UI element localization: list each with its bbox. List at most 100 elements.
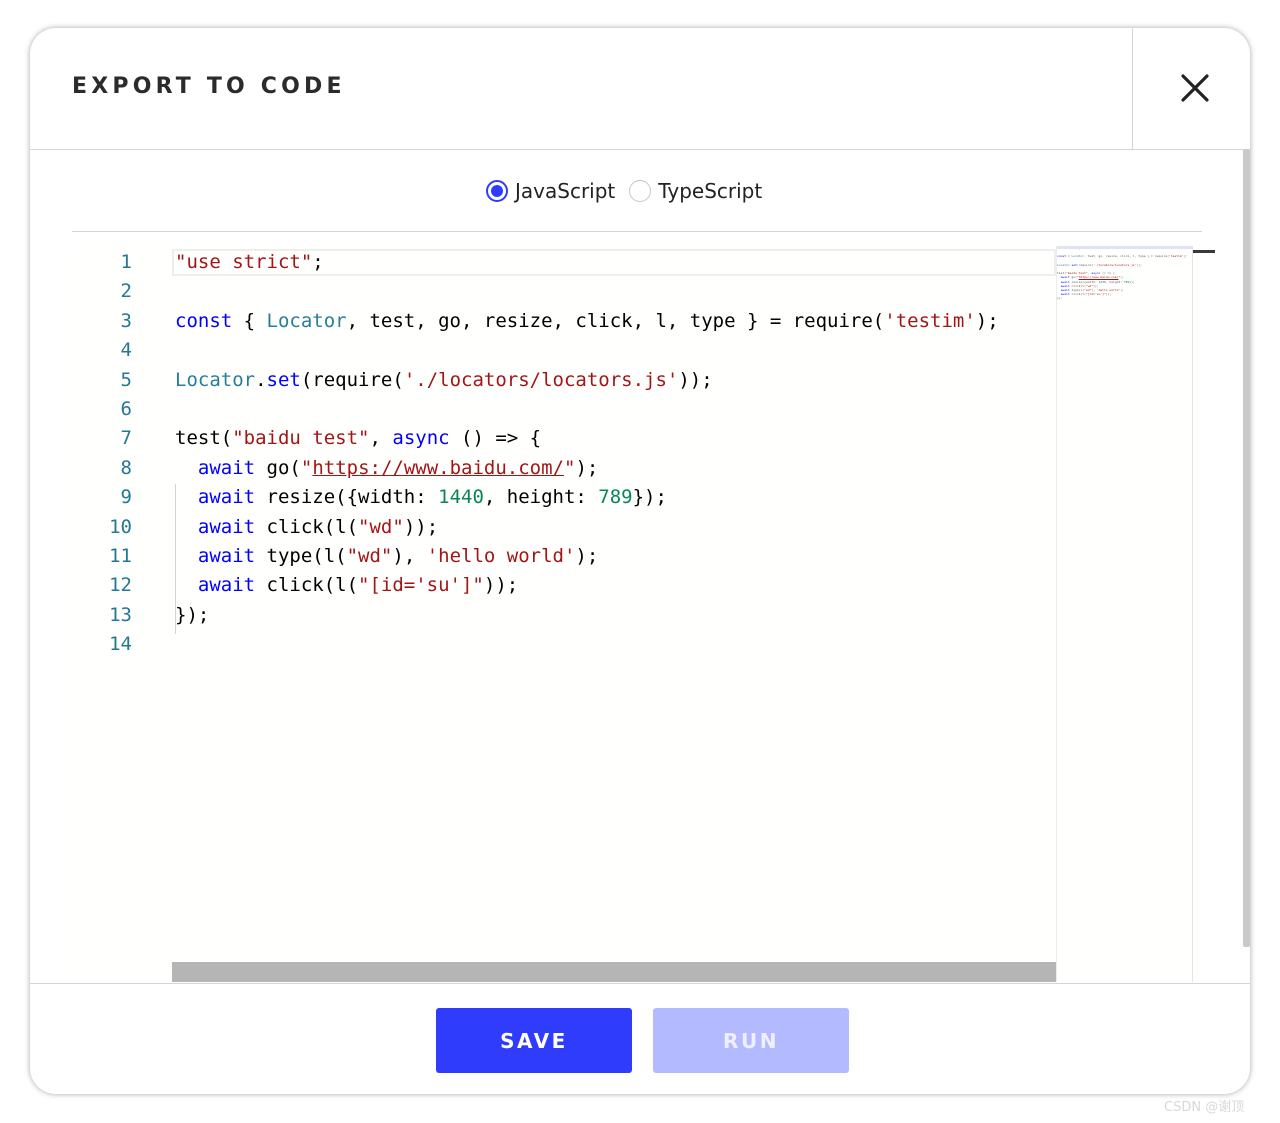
- code-token: "baidu test": [232, 427, 370, 450]
- dialog-title: EXPORT TO CODE: [72, 74, 346, 99]
- code-token: );: [975, 309, 999, 332]
- line-number: 8: [120, 456, 132, 479]
- code-token: await: [197, 456, 256, 479]
- code-token: './locators/locators.js': [403, 368, 679, 391]
- code-token: "use strict": [175, 251, 313, 273]
- minimap-slider[interactable]: [1057, 246, 1193, 249]
- code-token: async: [392, 427, 450, 450]
- minimap-line: const { Locator, test, go, resize, click…: [1057, 254, 1188, 259]
- line-number: 10: [109, 515, 132, 538]
- code-token: });: [632, 486, 667, 509]
- code-token: const: [175, 309, 233, 332]
- code-token: ;: [312, 251, 324, 273]
- run-button[interactable]: RUN: [653, 1008, 849, 1073]
- code-line: Locator.set(require('./locators/locators…: [175, 366, 713, 395]
- code-line: test("baidu test", async () => {: [175, 424, 541, 453]
- code-token: ": [300, 456, 313, 479]
- code-token: ,: [369, 427, 393, 450]
- code-token: ));: [678, 368, 713, 391]
- code-token: await: [197, 574, 256, 597]
- radio-label-typescript: TypeScript: [658, 179, 763, 203]
- line-number: 1: [120, 251, 132, 273]
- code-text-area[interactable]: "use strict"; const { Locator, test, go, …: [172, 246, 1056, 982]
- code-token: "[id='su']": [358, 574, 484, 597]
- editor-minimap[interactable]: "use strict"; const { Locator, test, go,…: [1056, 246, 1193, 982]
- radio-javascript[interactable]: [486, 180, 508, 202]
- code-token: );: [575, 545, 599, 567]
- code-token: await: [197, 545, 256, 567]
- line-number: 5: [120, 368, 132, 391]
- horizontal-scrollbar[interactable]: [172, 962, 1056, 982]
- code-token: , test, go, resize, click, l, type } = r…: [346, 309, 885, 332]
- line-number: 14: [109, 633, 132, 656]
- line-number: 11: [109, 545, 132, 567]
- code-token: Locator: [266, 309, 347, 332]
- language-divider: [72, 231, 1202, 232]
- save-button[interactable]: SAVE: [436, 1008, 632, 1073]
- line-number-gutter: 1 2 3 4 5 6 7 8 9 10 11 12 13 14: [72, 246, 172, 982]
- code-token: ),: [392, 545, 427, 567]
- code-token: test(: [175, 427, 233, 450]
- code-token: await: [197, 486, 256, 509]
- code-token: );: [575, 456, 599, 479]
- minimap-edge: [1192, 246, 1193, 982]
- code-token: ));: [403, 515, 439, 538]
- code-line: await click(l("[id='su']"));: [175, 571, 518, 600]
- code-line: await go("https://www.baidu.com/");: [175, 454, 598, 483]
- code-token: 1440: [438, 486, 484, 509]
- code-token: () => {: [449, 427, 542, 450]
- code-token: (require(: [300, 368, 404, 391]
- minimap-line: [1057, 301, 1193, 305]
- line-number: 12: [109, 574, 132, 597]
- code-token: go(: [255, 456, 301, 479]
- close-button[interactable]: [1132, 28, 1250, 149]
- code-token: , height:: [483, 486, 599, 509]
- language-radio-group: JavaScript TypeScript: [486, 176, 776, 206]
- code-token: resize({width:: [255, 486, 439, 509]
- code-token: Locator: [175, 368, 256, 391]
- line-number: 2: [120, 280, 132, 303]
- code-editor[interactable]: 1 2 3 4 5 6 7 8 9 10 11 12 13 14 "use strict"; const {…: [72, 246, 1193, 982]
- code-token: ));: [483, 574, 519, 597]
- footer-divider: [30, 983, 1250, 984]
- code-token: https://www.baidu.com/: [312, 456, 564, 479]
- code-line: "use strict";: [175, 248, 324, 277]
- line-number: 6: [120, 398, 132, 420]
- close-icon: [1181, 74, 1209, 102]
- line-number: 9: [120, 486, 132, 509]
- vertical-scrollbar[interactable]: [1243, 149, 1250, 947]
- code-token: type(l(: [255, 545, 347, 567]
- watermark: CSDN @谢顶: [1164, 1100, 1245, 1115]
- code-line: });: [175, 601, 209, 630]
- code-line: await click(l("wd"));: [175, 513, 438, 542]
- radio-option-typescript[interactable]: TypeScript: [629, 179, 762, 203]
- code-token: 'testim': [884, 309, 976, 332]
- dialog-header: EXPORT TO CODE: [30, 28, 1250, 150]
- code-line: await type(l("wd"), 'hello world');: [175, 542, 598, 571]
- code-token: "wd": [358, 515, 404, 538]
- code-line: await resize({width: 1440, height: 789})…: [175, 483, 667, 512]
- code-token: 789: [598, 486, 633, 509]
- code-token: "wd": [346, 545, 393, 567]
- code-token: set: [266, 368, 301, 391]
- line-number: 7: [120, 427, 132, 450]
- export-to-code-dialog: EXPORT TO CODE JavaScript TypeScript 123…: [30, 28, 1250, 1094]
- code-token: click(l(: [255, 574, 359, 597]
- radio-label-javascript: JavaScript: [515, 179, 616, 203]
- overview-ruler-cursor: [1193, 250, 1215, 253]
- code-token: {: [232, 309, 267, 332]
- code-token: 'hello world': [426, 545, 576, 567]
- code-token: .: [255, 368, 267, 391]
- code-token: click(l(: [255, 515, 359, 538]
- line-number: 13: [109, 603, 132, 626]
- radio-option-javascript[interactable]: JavaScript: [486, 179, 615, 203]
- radio-typescript[interactable]: [629, 180, 652, 202]
- code-token: });: [175, 603, 210, 626]
- code-line: const { Locator, test, go, resize, click…: [175, 307, 999, 336]
- code-token: ": [563, 456, 576, 479]
